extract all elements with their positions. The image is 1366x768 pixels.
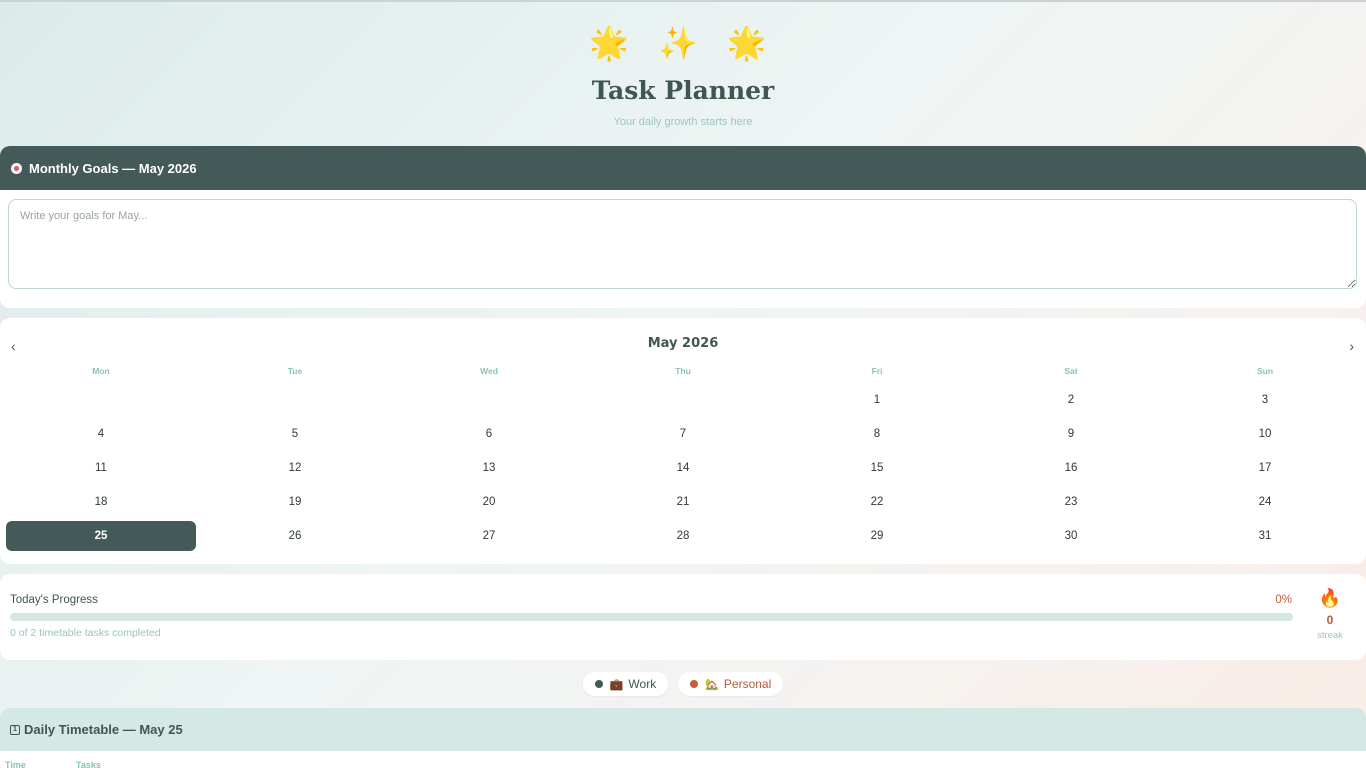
calendar-day[interactable]: 11	[4, 451, 198, 485]
page-title: Task Planner	[591, 76, 775, 105]
calendar-day[interactable]: 22	[780, 485, 974, 519]
calendar-day[interactable]: 19	[198, 485, 392, 519]
app-header: 🌟 ✨ 🌟 Task Planner Your daily growth sta…	[0, 2, 1366, 144]
calendar-month-title: May 2026	[647, 336, 719, 351]
target-icon	[10, 161, 24, 175]
progress-panel: Today's Progress 0% 0 of 2 timetable tas…	[0, 574, 1366, 660]
calendar-day[interactable]: 1	[780, 383, 974, 417]
calendar-grid: Mon Tue Wed Thu Fri Sat Sun 1 2 3 4 5 6 7 8 9 10 11 12 13 14…	[4, 366, 1362, 553]
calendar-day[interactable]: 31	[1168, 519, 1362, 553]
next-month-button[interactable]: ›	[1349, 338, 1354, 354]
calendar-day[interactable]: 10	[1168, 417, 1362, 451]
calendar-day[interactable]: 15	[780, 451, 974, 485]
weekday-header: Fri	[871, 366, 883, 376]
progress-summary: 0 of 2 timetable tasks completed	[10, 627, 161, 639]
weekday-header: Sun	[1256, 366, 1274, 376]
house-icon: 🏡	[705, 678, 719, 691]
legend-personal-label: Personal	[723, 677, 772, 691]
calendar-empty-cell	[392, 383, 586, 417]
calendar-day[interactable]: 8	[780, 417, 974, 451]
calendar-day-selected[interactable]: 25	[6, 521, 196, 551]
calendar-day[interactable]: 12	[198, 451, 392, 485]
progress-label: Today's Progress	[10, 594, 98, 606]
legend-work-chip[interactable]: 💼 Work	[582, 672, 669, 696]
calendar-day[interactable]: 20	[392, 485, 586, 519]
calendar-day[interactable]: 28	[586, 519, 780, 553]
progress-percent: 0%	[1275, 594, 1292, 606]
streak-widget: 🔥 0 streak	[1310, 588, 1350, 641]
calendar-day[interactable]: 7	[586, 417, 780, 451]
weekday-header: Tue	[287, 366, 303, 376]
streak-label: streak	[1317, 630, 1343, 641]
calendar-day[interactable]: 4	[4, 417, 198, 451]
streak-count: 0	[1326, 613, 1334, 627]
calendar-day[interactable]: 24	[1168, 485, 1362, 519]
calendar-day[interactable]: 29	[780, 519, 974, 553]
timetable-header: 1 Daily Timetable — May 25	[0, 708, 1366, 751]
monthly-goals-title: Monthly Goals — May 2026	[29, 160, 197, 176]
monthly-goals-header: Monthly Goals — May 2026	[0, 146, 1366, 190]
calendar-day[interactable]: 13	[392, 451, 586, 485]
calendar-day[interactable]: 17	[1168, 451, 1362, 485]
calendar-day[interactable]: 21	[586, 485, 780, 519]
calendar-empty-cell	[4, 383, 198, 417]
fire-icon: 🔥	[1318, 588, 1342, 608]
personal-color-dot	[690, 680, 699, 688]
calendar: ‹ May 2026 › Mon Tue Wed Thu Fri Sat Sun 1 2 3 4 5 6…	[0, 318, 1366, 564]
calendar-day[interactable]: 23	[974, 485, 1168, 519]
calendar-day[interactable]: 9	[974, 417, 1168, 451]
weekday-header: Mon	[92, 366, 110, 376]
calendar-day[interactable]: 3	[1168, 383, 1362, 417]
calendar-day[interactable]: 6	[392, 417, 586, 451]
briefcase-icon: 💼	[609, 678, 624, 691]
column-header-tasks: Tasks	[76, 760, 101, 768]
calendar-day[interactable]: 18	[4, 485, 198, 519]
calendar-day[interactable]: 16	[974, 451, 1168, 485]
calendar-icon: 1	[10, 724, 20, 735]
calendar-day[interactable]: 5	[198, 417, 392, 451]
calendar-empty-cell	[586, 383, 780, 417]
weekday-header: Sat	[1064, 366, 1078, 376]
page-subtitle: Your daily growth starts here	[613, 116, 753, 128]
category-legend: 💼 Work 🏡 Personal	[0, 672, 1366, 696]
calendar-day[interactable]: 30	[974, 519, 1168, 553]
calendar-day[interactable]: 2	[974, 383, 1168, 417]
column-header-time: Time	[5, 760, 26, 768]
calendar-day[interactable]: 27	[392, 519, 586, 553]
legend-personal-chip[interactable]: 🏡 Personal	[678, 672, 784, 696]
calendar-day[interactable]: 14	[586, 451, 780, 485]
weekday-header: Wed	[480, 366, 498, 376]
calendar-empty-cell	[198, 383, 392, 417]
calendar-day[interactable]: 26	[198, 519, 392, 553]
work-color-dot	[594, 680, 603, 688]
timetable-column-headers: Time Tasks	[0, 751, 1366, 768]
legend-work-label: Work	[628, 677, 657, 691]
weekday-header: Thu	[675, 366, 691, 376]
timetable-title: Daily Timetable — May 25	[24, 722, 183, 737]
stars-decoration: 🌟 ✨ 🌟	[589, 25, 777, 61]
progress-track	[10, 613, 1293, 621]
goals-textarea[interactable]	[8, 199, 1357, 289]
monthly-goals-panel	[0, 190, 1366, 308]
